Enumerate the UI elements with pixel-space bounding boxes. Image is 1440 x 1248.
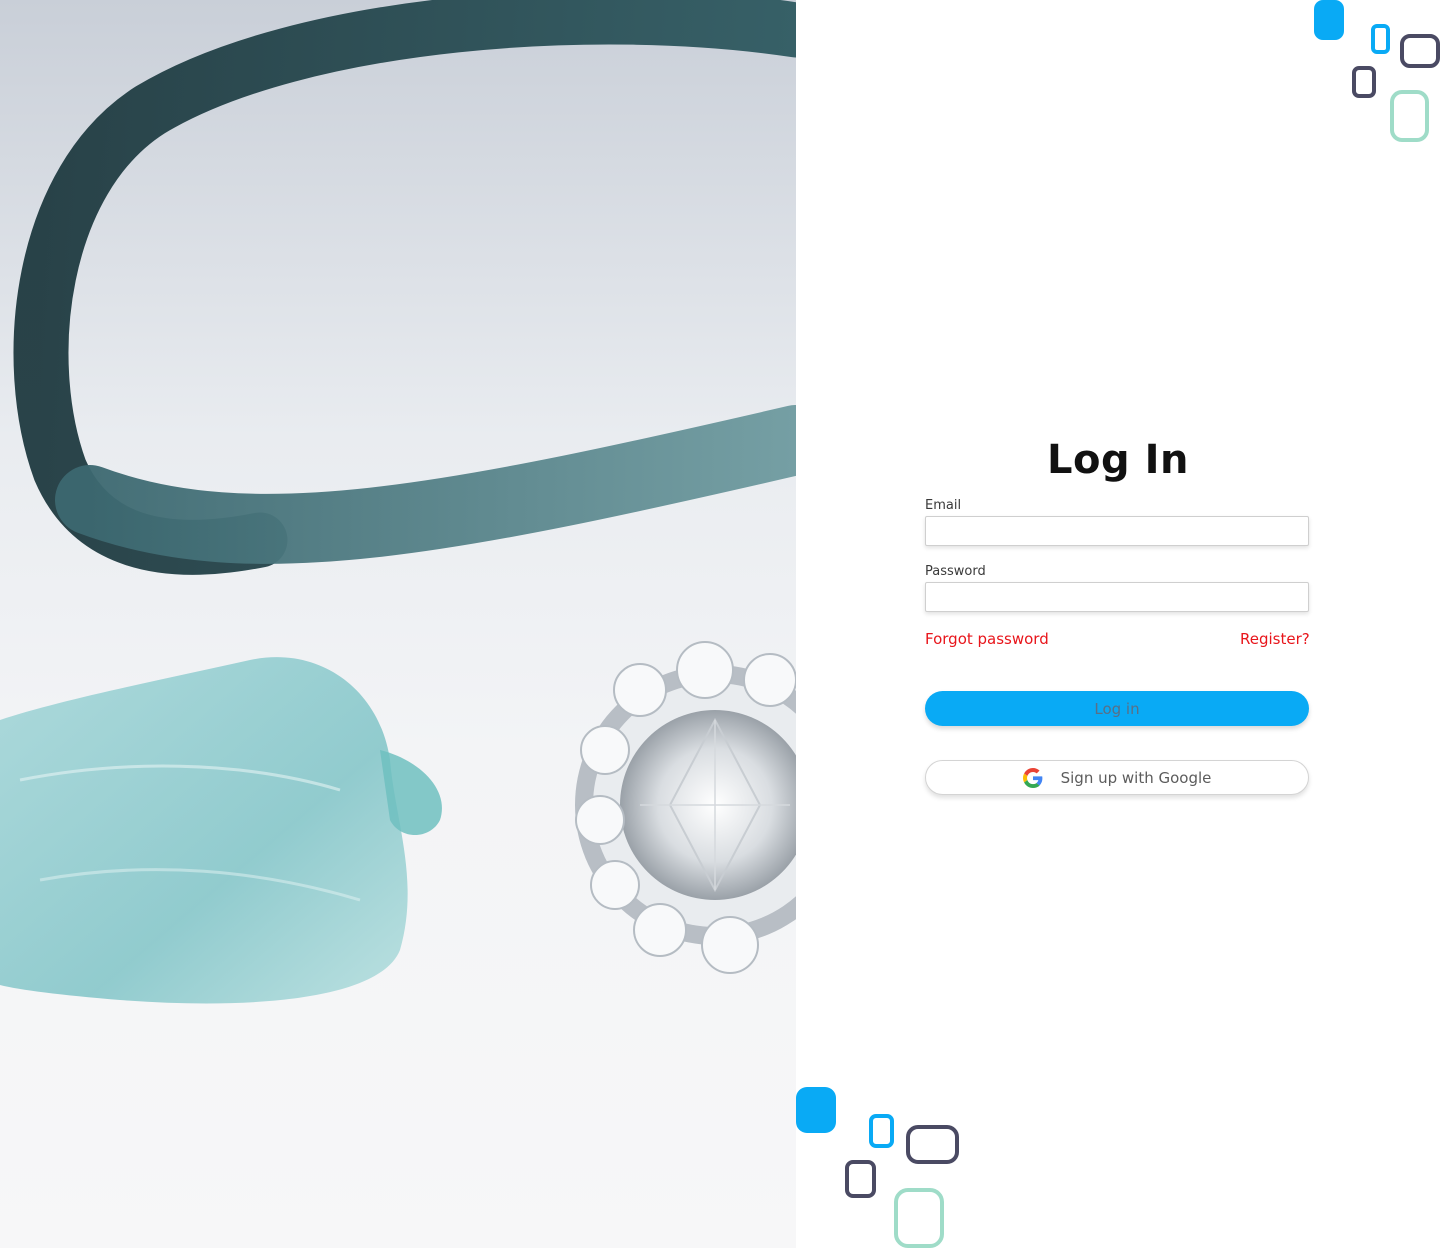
register-link[interactable]: Register? <box>1240 630 1310 648</box>
google-signup-button[interactable]: Sign up with Google <box>925 760 1309 795</box>
password-field[interactable] <box>925 582 1309 612</box>
rounded-squares-decoration-bottom <box>796 1087 959 1248</box>
forgot-password-link[interactable]: Forgot password <box>925 630 1049 648</box>
hero-image <box>0 0 796 1248</box>
login-panel: Log In Email Password Forgot password Re… <box>796 0 1440 1248</box>
hero-illustration <box>0 0 796 1004</box>
google-g-icon <box>1022 767 1043 788</box>
email-field[interactable] <box>925 516 1309 546</box>
rounded-squares-decoration-top <box>1314 0 1440 142</box>
page-title: Log In <box>1047 436 1189 483</box>
login-button[interactable]: Log in <box>925 691 1309 726</box>
email-label: Email <box>925 498 962 513</box>
password-label: Password <box>925 564 986 579</box>
google-signup-label: Sign up with Google <box>1060 768 1212 787</box>
